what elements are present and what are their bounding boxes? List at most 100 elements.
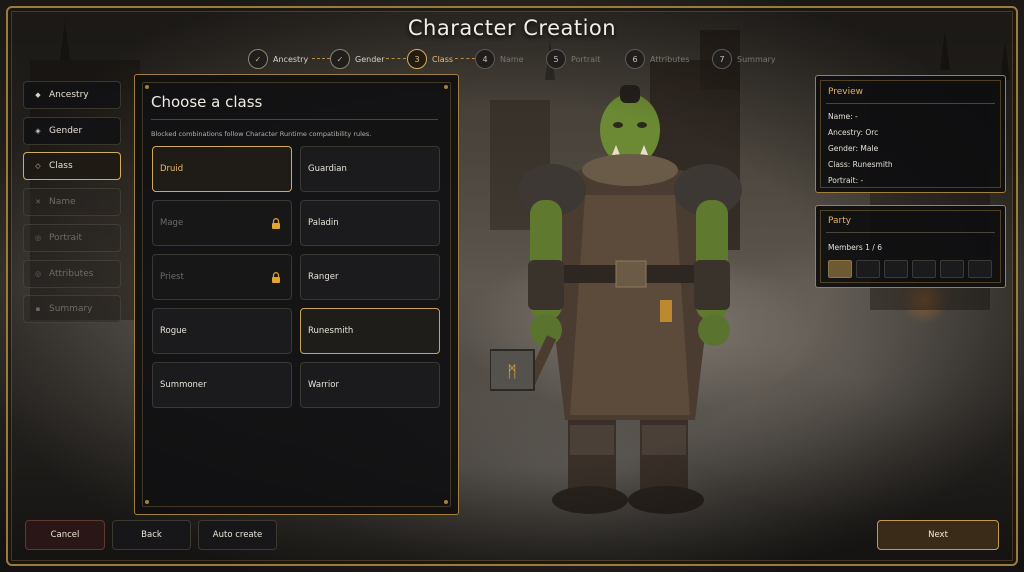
corner-ornament: [145, 500, 149, 504]
nav-item-label: Ancestry: [49, 90, 89, 100]
preview-class: Class: Runesmith: [828, 160, 893, 169]
step-number: 4: [475, 49, 495, 69]
step-summary[interactable]: 7 Summary: [712, 48, 776, 70]
class-option-guardian[interactable]: Guardian: [300, 146, 440, 192]
step-gender[interactable]: ✓ Gender: [330, 48, 384, 70]
lock-icon: [272, 272, 280, 283]
preview-portrait: Portrait: -: [828, 176, 864, 185]
class-label: Druid: [160, 164, 184, 174]
step-check-icon: ✓: [330, 49, 350, 69]
svg-text:ᛗ: ᛗ: [507, 362, 517, 381]
nav-item-label: Attributes: [49, 269, 94, 279]
attributes-icon: ◎: [34, 270, 42, 278]
nav-item-label: Class: [49, 161, 73, 171]
step-check-icon: ✓: [248, 49, 268, 69]
nav-item-attributes[interactable]: ◎ Attributes: [23, 260, 121, 288]
step-label: Class: [432, 54, 454, 64]
divider: [826, 232, 995, 233]
party-members-count: Members 1 / 6: [828, 243, 882, 252]
lock-icon: [272, 218, 280, 229]
class-option-mage[interactable]: Mage: [152, 200, 292, 246]
class-label: Priest: [160, 272, 184, 282]
step-label: Gender: [355, 54, 385, 64]
divider: [151, 119, 438, 120]
class-label: Summoner: [160, 380, 207, 390]
class-label: Mage: [160, 218, 184, 228]
preview-panel: Preview Name: - Ancestry: Orc Gender: Ma…: [815, 75, 1006, 193]
class-option-warrior[interactable]: Warrior: [300, 362, 440, 408]
nav-item-label: Gender: [49, 126, 83, 136]
class-selection-panel: Choose a class Blocked combinations foll…: [134, 74, 459, 515]
nav-item-ancestry[interactable]: ◆ Ancestry: [23, 81, 121, 109]
party-title: Party: [828, 216, 852, 226]
preview-title: Preview: [828, 87, 864, 97]
step-connector: [386, 58, 406, 59]
step-number: 5: [546, 49, 566, 69]
step-number: 3: [407, 49, 427, 69]
preview-gender: Gender: Male: [828, 144, 879, 153]
party-slots: [828, 260, 998, 278]
party-panel: Party Members 1 / 6: [815, 205, 1006, 288]
gender-icon: ◈: [35, 127, 41, 135]
party-slot[interactable]: [940, 260, 964, 278]
diamond-icon: ◆: [35, 91, 41, 99]
nav-item-label: Name: [49, 197, 76, 207]
step-number: 6: [625, 49, 645, 69]
page-title: Character Creation: [407, 16, 617, 40]
step-label: Name: [500, 54, 524, 64]
panel-title: Choose a class: [151, 93, 263, 111]
party-slot[interactable]: [828, 260, 852, 278]
step-portrait[interactable]: 5 Portrait: [546, 48, 600, 70]
party-slot[interactable]: [912, 260, 936, 278]
nav-item-gender[interactable]: ◈ Gender: [23, 117, 121, 145]
party-slot[interactable]: [884, 260, 908, 278]
step-number: 7: [712, 49, 732, 69]
portrait-icon: ◎: [34, 234, 42, 242]
corner-ornament: [145, 85, 149, 89]
back-button[interactable]: Back: [112, 520, 191, 550]
class-option-ranger[interactable]: Ranger: [300, 254, 440, 300]
class-option-runesmith[interactable]: Runesmith: [300, 308, 440, 354]
nav-item-label: Summary: [49, 304, 93, 314]
party-slot[interactable]: [968, 260, 992, 278]
class-label: Ranger: [308, 272, 339, 282]
cancel-button[interactable]: Cancel: [25, 520, 105, 550]
step-label: Ancestry: [273, 54, 309, 64]
class-option-paladin[interactable]: Paladin: [300, 200, 440, 246]
nav-item-summary[interactable]: ▪ Summary: [23, 295, 121, 323]
corner-ornament: [444, 500, 448, 504]
step-label: Attributes: [650, 54, 690, 64]
class-label: Guardian: [308, 164, 347, 174]
step-connector: [312, 58, 330, 59]
corner-ornament: [444, 85, 448, 89]
step-attributes[interactable]: 6 Attributes: [625, 48, 690, 70]
nav-item-label: Portrait: [49, 233, 83, 243]
panel-subtitle: Blocked combinations follow Character Ru…: [151, 130, 372, 138]
class-label: Paladin: [308, 218, 339, 228]
class-icon: ◇: [35, 162, 41, 170]
preview-ancestry: Ancestry: Orc: [828, 128, 879, 137]
class-option-druid[interactable]: Druid: [152, 146, 292, 192]
step-connector: [455, 58, 475, 59]
step-name[interactable]: 4 Name: [475, 48, 524, 70]
crossed-swords-icon: ✕: [35, 198, 41, 206]
nav-item-name[interactable]: ✕ Name: [23, 188, 121, 216]
step-class[interactable]: 3 Class: [407, 48, 453, 70]
preview-name: Name: -: [828, 112, 858, 121]
divider: [826, 103, 995, 104]
party-slot[interactable]: [856, 260, 880, 278]
auto-create-button[interactable]: Auto create: [198, 520, 277, 550]
class-option-rogue[interactable]: Rogue: [152, 308, 292, 354]
next-button[interactable]: Next: [877, 520, 999, 550]
class-option-summoner[interactable]: Summoner: [152, 362, 292, 408]
class-label: Rogue: [160, 326, 187, 336]
nav-item-class[interactable]: ◇ Class: [23, 152, 121, 180]
step-ancestry[interactable]: ✓ Ancestry: [248, 48, 308, 70]
step-label: Summary: [737, 54, 776, 64]
summary-icon: ▪: [35, 305, 41, 313]
class-label: Warrior: [308, 380, 339, 390]
step-label: Portrait: [571, 54, 601, 64]
class-option-priest[interactable]: Priest: [152, 254, 292, 300]
nav-item-portrait[interactable]: ◎ Portrait: [23, 224, 121, 252]
orc-character-illustration: ᛗ: [490, 85, 742, 514]
